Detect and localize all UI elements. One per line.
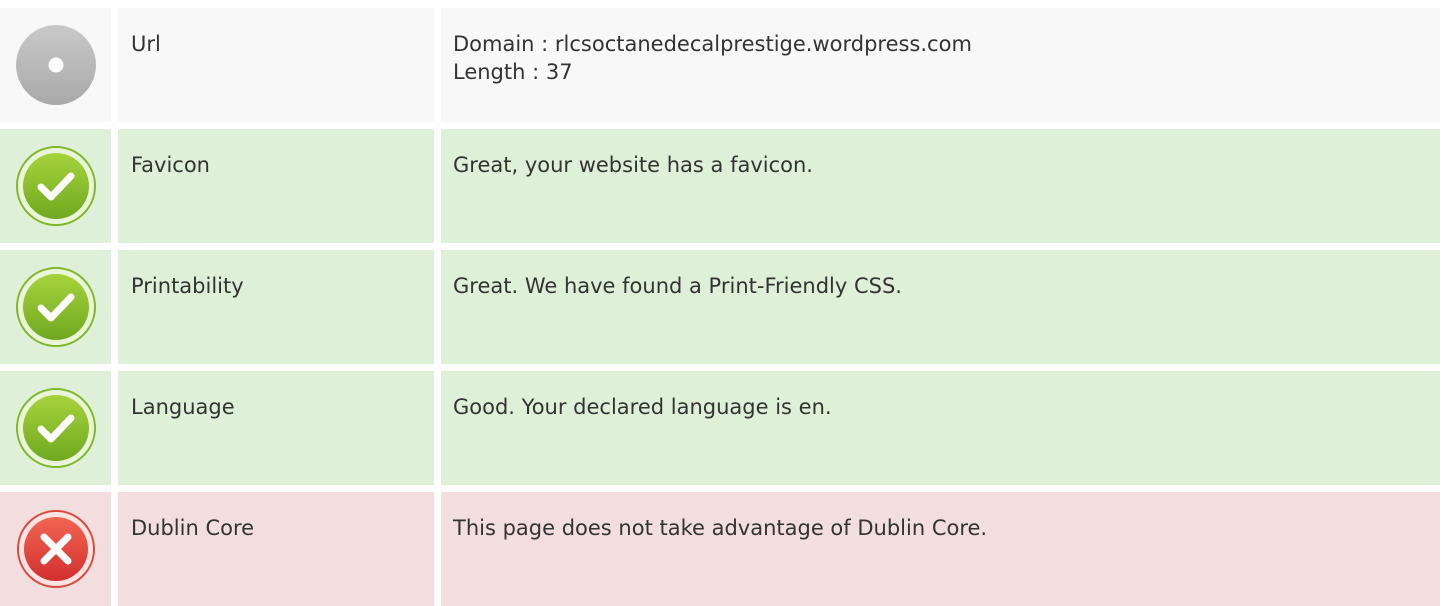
analysis-row-favicon: Favicon Great, your website has a favico… (0, 129, 1440, 243)
analysis-row-language: Language Good. Your declared language is… (0, 371, 1440, 485)
row-label: Favicon (118, 129, 434, 243)
info-circle-icon (14, 23, 98, 107)
status-cell (0, 129, 111, 243)
analysis-table: Url Domain : rlcsoctanedecalprestige.wor… (0, 8, 1440, 606)
url-domain-text: Domain : rlcsoctanedecalprestige.wordpre… (453, 32, 972, 56)
language-result-text: Good. Your declared language is en. (453, 395, 832, 419)
row-value: Good. Your declared language is en. (441, 371, 1440, 485)
row-label: Printability (118, 250, 434, 364)
status-cell (0, 250, 111, 364)
checkmark-icon (15, 145, 97, 227)
status-cell (0, 492, 111, 606)
checkmark-icon (15, 387, 97, 469)
status-cell (0, 371, 111, 485)
analysis-row-url: Url Domain : rlcsoctanedecalprestige.wor… (0, 8, 1440, 122)
favicon-result-text: Great, your website has a favicon. (453, 153, 813, 177)
row-value: Domain : rlcsoctanedecalprestige.wordpre… (441, 8, 1440, 122)
row-value: Great, your website has a favicon. (441, 129, 1440, 243)
row-label: Dublin Core (118, 492, 434, 606)
row-value: This page does not take advantage of Dub… (441, 492, 1440, 606)
row-label: Language (118, 371, 434, 485)
printability-result-text: Great. We have found a Print-Friendly CS… (453, 274, 902, 298)
cross-icon (16, 509, 96, 589)
url-length-text: Length : 37 (453, 60, 573, 84)
analysis-row-printability: Printability Great. We have found a Prin… (0, 250, 1440, 364)
row-label: Url (118, 8, 434, 122)
status-cell (0, 8, 111, 122)
dublin-core-result-text: This page does not take advantage of Dub… (453, 516, 988, 540)
analysis-row-dublin-core: Dublin Core This page does not take adva… (0, 492, 1440, 606)
checkmark-icon (15, 266, 97, 348)
row-value: Great. We have found a Print-Friendly CS… (441, 250, 1440, 364)
